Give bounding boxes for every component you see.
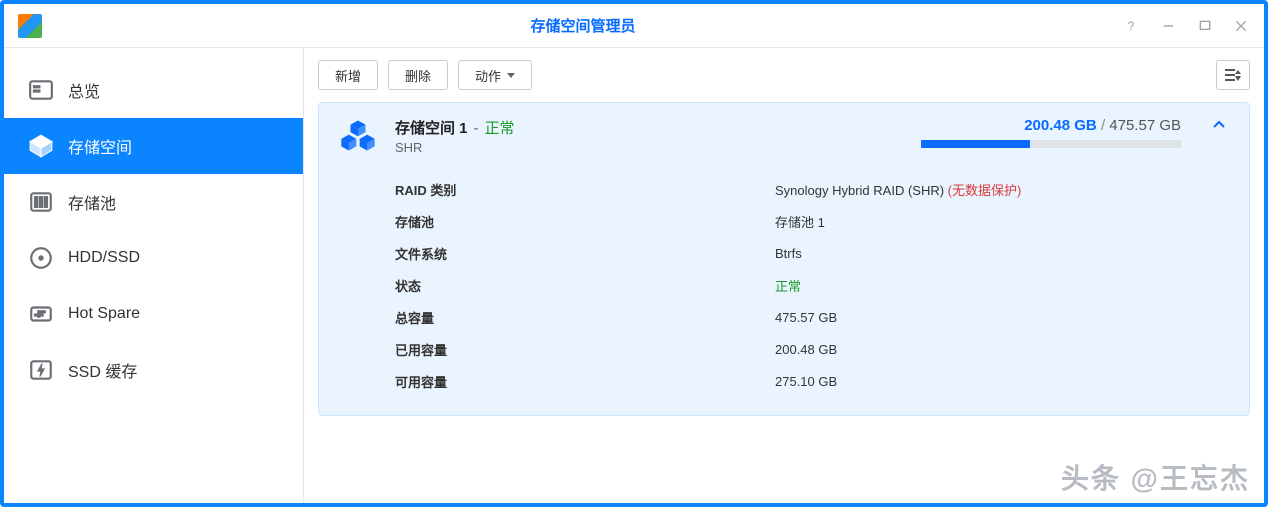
usage-total: 475.57 GB	[1109, 117, 1181, 134]
create-button[interactable]: 新增	[318, 60, 378, 90]
dash-separator: -	[474, 120, 479, 137]
detail-row-used: 已用容量 200.48 GB	[395, 333, 1231, 365]
sidebar-item-label: 总览	[68, 78, 100, 102]
detail-value: Synology Hybrid RAID (SHR) (无数据保护)	[775, 180, 1021, 199]
sidebar-item-label: 存储池	[68, 190, 116, 214]
close-icon[interactable]	[1232, 17, 1250, 35]
sidebar-item-label: SSD 缓存	[68, 358, 137, 382]
detail-value: 存储池 1	[775, 212, 825, 231]
sidebar-item-overview[interactable]: 总览	[4, 62, 303, 118]
window-controls: ?	[1124, 17, 1250, 35]
action-button[interactable]: 动作	[458, 60, 532, 90]
pool-icon	[28, 189, 54, 215]
detail-value: 275.10 GB	[775, 374, 837, 389]
collapse-toggle[interactable]	[1207, 117, 1231, 133]
sidebar-item-pool[interactable]: 存储池	[4, 174, 303, 230]
detail-row-fs: 文件系统 Btrfs	[395, 237, 1231, 269]
main-content: 新增 删除 动作 存储空间 1	[304, 48, 1264, 503]
detail-row-avail: 可用容量 275.10 GB	[395, 365, 1231, 397]
sidebar-item-volume[interactable]: 存储空间	[4, 118, 303, 174]
usage-bar-fill	[921, 140, 1030, 148]
detail-key: 状态	[395, 276, 775, 295]
maximize-icon[interactable]	[1196, 17, 1214, 35]
overview-icon	[28, 77, 54, 103]
sidebar-item-label: Hot Spare	[68, 305, 140, 323]
delete-button[interactable]: 删除	[388, 60, 448, 90]
sidebar-item-label: 存储空间	[68, 134, 132, 158]
toolbar: 新增 删除 动作	[318, 60, 1250, 90]
detail-row-total: 总容量 475.57 GB	[395, 301, 1231, 333]
detail-value: Btrfs	[775, 246, 802, 261]
volume-status: 正常	[485, 117, 515, 138]
usage-bar	[921, 140, 1181, 148]
chevron-down-icon	[507, 73, 515, 78]
sort-button[interactable]	[1216, 60, 1250, 90]
detail-row-pool: 存储池 存储池 1	[395, 205, 1231, 237]
volume-cubes-icon	[337, 117, 379, 159]
detail-row-raid: RAID 类别 Synology Hybrid RAID (SHR) (无数据保…	[395, 173, 1231, 205]
window-title: 存储空间管理员	[42, 15, 1124, 36]
titlebar: 存储空间管理员 ?	[4, 4, 1264, 48]
hotspare-icon	[28, 301, 54, 327]
detail-value: 200.48 GB	[775, 342, 837, 357]
detail-key: 可用容量	[395, 372, 775, 391]
minimize-icon[interactable]	[1160, 17, 1178, 35]
ssdcache-icon	[28, 357, 54, 383]
detail-key: 存储池	[395, 212, 775, 231]
detail-key: 文件系统	[395, 244, 775, 263]
volume-icon	[28, 133, 54, 159]
app-icon	[18, 14, 42, 38]
detail-key: 已用容量	[395, 340, 775, 359]
hdd-icon	[28, 245, 54, 271]
help-icon[interactable]: ?	[1124, 17, 1142, 35]
action-button-label: 动作	[475, 66, 501, 85]
detail-key: 总容量	[395, 308, 775, 327]
detail-value: 475.57 GB	[775, 310, 837, 325]
detail-key: RAID 类别	[395, 180, 775, 199]
sidebar-item-ssdcache[interactable]: SSD 缓存	[4, 342, 303, 398]
usage-used: 200.48 GB	[1024, 117, 1097, 134]
sidebar-item-label: HDD/SSD	[68, 249, 140, 267]
volume-type: SHR	[395, 140, 905, 155]
volume-name: 存储空间 1	[395, 117, 468, 138]
volume-usage: 200.48 GB / 475.57 GB	[921, 117, 1181, 148]
volume-panel: 存储空间 1 - 正常 SHR 200.48 GB / 475.57 GB	[318, 102, 1250, 416]
detail-row-status: 状态 正常	[395, 269, 1231, 301]
sidebar-item-hotspare[interactable]: Hot Spare	[4, 286, 303, 342]
sidebar-item-hdd[interactable]: HDD/SSD	[4, 230, 303, 286]
detail-value: 正常	[775, 276, 801, 295]
svg-text:?: ?	[1128, 19, 1135, 33]
sidebar: 总览 存储空间 存储池 HDD/SSD Hot Spare SSD 缓存	[4, 48, 304, 503]
volume-details: RAID 类别 Synology Hybrid RAID (SHR) (无数据保…	[395, 173, 1231, 397]
